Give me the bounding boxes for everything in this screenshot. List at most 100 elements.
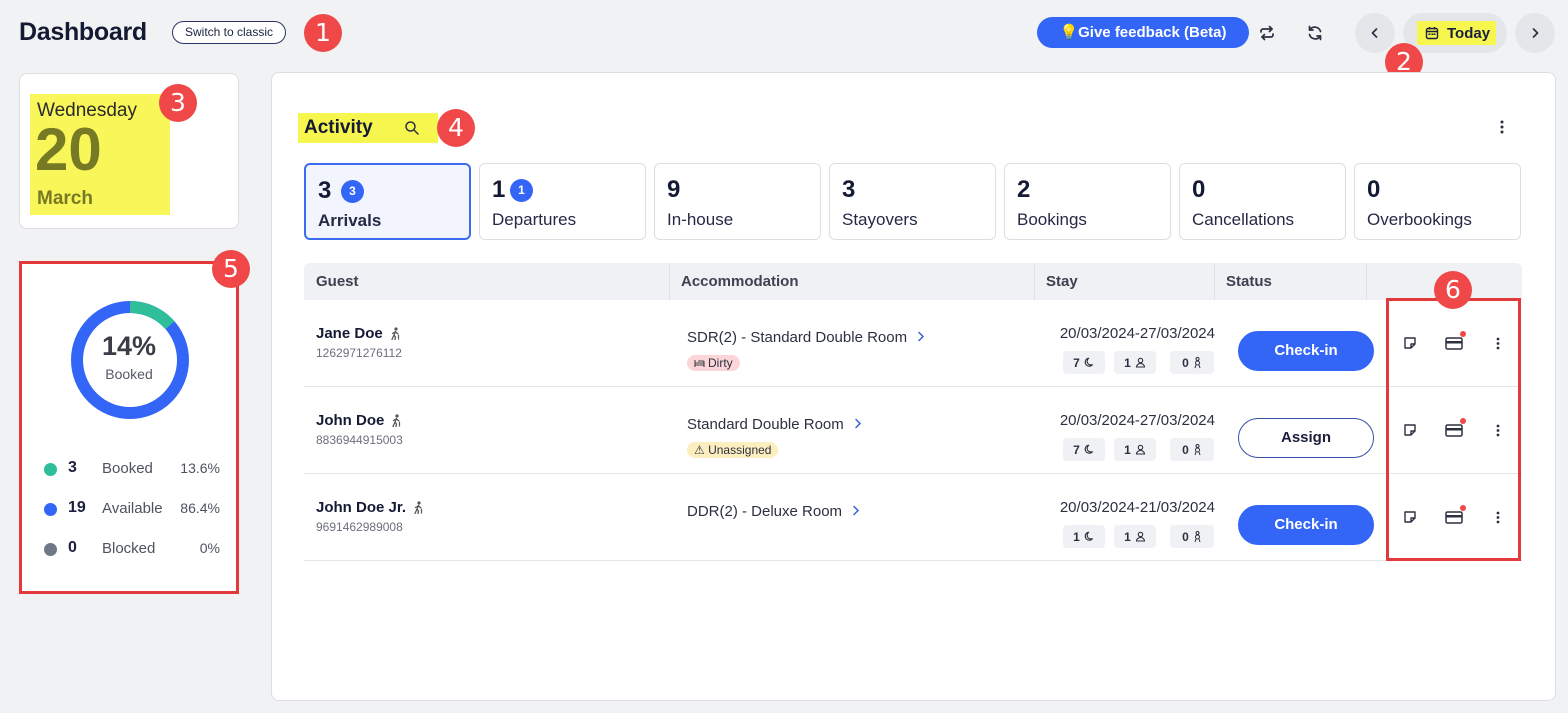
annotation-marker-5: 5: [212, 250, 250, 288]
stat-card-departures[interactable]: 1 1 Departures: [479, 163, 646, 240]
chevron-right-icon: [1532, 28, 1539, 38]
stat-label: In-house: [667, 210, 734, 229]
table-row[interactable]: John Doe Jr. 9691462989008 DDR(2) - Delu…: [304, 474, 1522, 561]
stat-number: 3: [318, 177, 332, 204]
chevron-left-icon: [1371, 28, 1378, 38]
previous-day-button[interactable]: [1355, 13, 1395, 53]
assign-button[interactable]: Assign: [1238, 418, 1374, 458]
stat-badge: 3: [341, 180, 364, 203]
today-button[interactable]: Today: [1403, 13, 1507, 53]
stat-label: Cancellations: [1192, 210, 1295, 229]
guests-count: 1: [1124, 355, 1131, 370]
guests-chip: 1: [1114, 525, 1156, 548]
table-header: Guest Accommodation Stay Status: [304, 263, 1522, 300]
next-day-button[interactable]: [1515, 13, 1555, 53]
stat-label: Departures: [492, 210, 577, 229]
guest-booking-id: 9691462989008: [316, 520, 403, 534]
activity-header: Activity: [298, 113, 438, 143]
room-link[interactable]: DDR(2) - Deluxe Room: [687, 503, 860, 520]
nights-chip: 1: [1063, 525, 1105, 548]
column-header-accommodation: Accommodation: [681, 273, 799, 290]
date-card: Wednesday 20 March: [19, 73, 239, 229]
occupancy-caption: Booked: [105, 366, 153, 382]
children-chip: 0: [1170, 438, 1214, 461]
date-day: 20: [35, 116, 102, 183]
annotation-marker-1: 1: [304, 14, 342, 52]
stat-label: Overbookings: [1367, 210, 1472, 229]
give-feedback-button[interactable]: 💡Give feedback (Beta): [1037, 17, 1249, 48]
stat-card-overbookings[interactable]: 0 Overbookings: [1354, 163, 1521, 240]
legend-dot-available: [44, 503, 57, 516]
switch-to-classic-button[interactable]: Switch to classic: [172, 21, 287, 44]
legend-row-booked: 3 Booked 13.6%: [44, 459, 220, 479]
room-link[interactable]: SDR(2) - Standard Double Room: [687, 329, 925, 346]
activity-menu-icon[interactable]: [1494, 119, 1510, 135]
column-divider: [669, 263, 670, 300]
column-header-status: Status: [1226, 273, 1272, 290]
stay-dates: 20/03/2024-27/03/2024: [1059, 325, 1215, 342]
guest-name[interactable]: John Doe: [316, 412, 402, 429]
annotation-marker-6: 6: [1434, 271, 1472, 309]
room-name: Standard Double Room: [687, 416, 844, 433]
walking-guest-icon: [414, 501, 423, 514]
legend-percent: 0%: [199, 540, 220, 556]
person-icon: [1135, 357, 1145, 368]
occupancy-card: 14% Booked 3 Booked 13.6% 19 Available 8…: [19, 261, 239, 594]
guest-booking-id: 8836944915003: [316, 433, 403, 447]
today-label: Today: [1447, 24, 1491, 42]
stat-card-stayovers[interactable]: 3 Stayovers: [829, 163, 996, 240]
legend-dot-blocked: [44, 543, 57, 556]
row-actions-highlight: [1386, 298, 1521, 561]
stat-label: Stayovers: [842, 210, 918, 229]
stat-number: 2: [1017, 176, 1031, 203]
sync-icon[interactable]: [1256, 22, 1278, 44]
moon-icon: [1084, 357, 1093, 367]
search-icon[interactable]: [404, 120, 420, 136]
room-status-tag: ⚠ Unassigned: [687, 442, 779, 458]
column-header-guest: Guest: [316, 273, 359, 290]
guest-name[interactable]: Jane Doe: [316, 325, 401, 342]
stat-number: 1: [492, 176, 506, 203]
stat-card-arrivals[interactable]: 3 3 Arrivals: [304, 163, 471, 240]
stat-label: Arrivals: [318, 211, 382, 230]
stat-card-bookings[interactable]: 2 Bookings: [1004, 163, 1171, 240]
walking-guest-icon: [392, 414, 401, 427]
column-divider: [1214, 263, 1215, 300]
annotation-marker-4: 4: [437, 109, 475, 147]
guest-name[interactable]: John Doe Jr.: [316, 499, 424, 516]
table-row[interactable]: John Doe 8836944915003 Standard Double R…: [304, 387, 1522, 474]
occupancy-percent: 14%: [101, 331, 157, 361]
legend-percent: 86.4%: [180, 500, 220, 516]
guests-count: 1: [1124, 442, 1131, 457]
guests-chip: 1: [1114, 351, 1156, 374]
moon-icon: [1084, 444, 1093, 454]
child-icon: [1194, 530, 1201, 542]
nights-count: 1: [1073, 529, 1080, 544]
legend-dot-booked: [44, 463, 57, 476]
person-icon: [1135, 444, 1145, 455]
check-in-button[interactable]: Check-in: [1238, 331, 1374, 371]
children-chip: 0: [1170, 351, 1214, 374]
refresh-icon[interactable]: [1304, 22, 1326, 44]
stat-number: 9: [667, 176, 681, 203]
legend-count: 0: [68, 539, 77, 556]
nights-count: 7: [1073, 355, 1080, 370]
child-icon: [1194, 356, 1201, 368]
stat-label: Bookings: [1017, 210, 1087, 229]
guest-name-text: John Doe Jr.: [316, 499, 407, 516]
room-link[interactable]: Standard Double Room: [687, 416, 862, 433]
chevron-right-icon: [918, 331, 925, 342]
legend-row-available: 19 Available 86.4%: [44, 499, 220, 519]
room-status-tag: Dirty: [687, 355, 740, 371]
guest-booking-id: 1262971276112: [316, 346, 402, 360]
table-row[interactable]: Jane Doe 1262971276112 SDR(2) - Standard…: [304, 300, 1522, 387]
legend-name: Blocked: [102, 540, 156, 557]
guests-chip: 1: [1114, 438, 1156, 461]
stat-card-in-house[interactable]: 9 In-house: [654, 163, 821, 240]
stat-card-cancellations[interactable]: 0 Cancellations: [1179, 163, 1346, 240]
date-highlight: Wednesday 20 March: [30, 94, 170, 215]
page-title: Dashboard: [19, 18, 147, 46]
activity-panel: Activity 3 3 Arrivals 1 1 Departures 9 I…: [271, 72, 1556, 701]
guest-name-text: John Doe: [316, 412, 385, 429]
check-in-button[interactable]: Check-in: [1238, 505, 1374, 545]
